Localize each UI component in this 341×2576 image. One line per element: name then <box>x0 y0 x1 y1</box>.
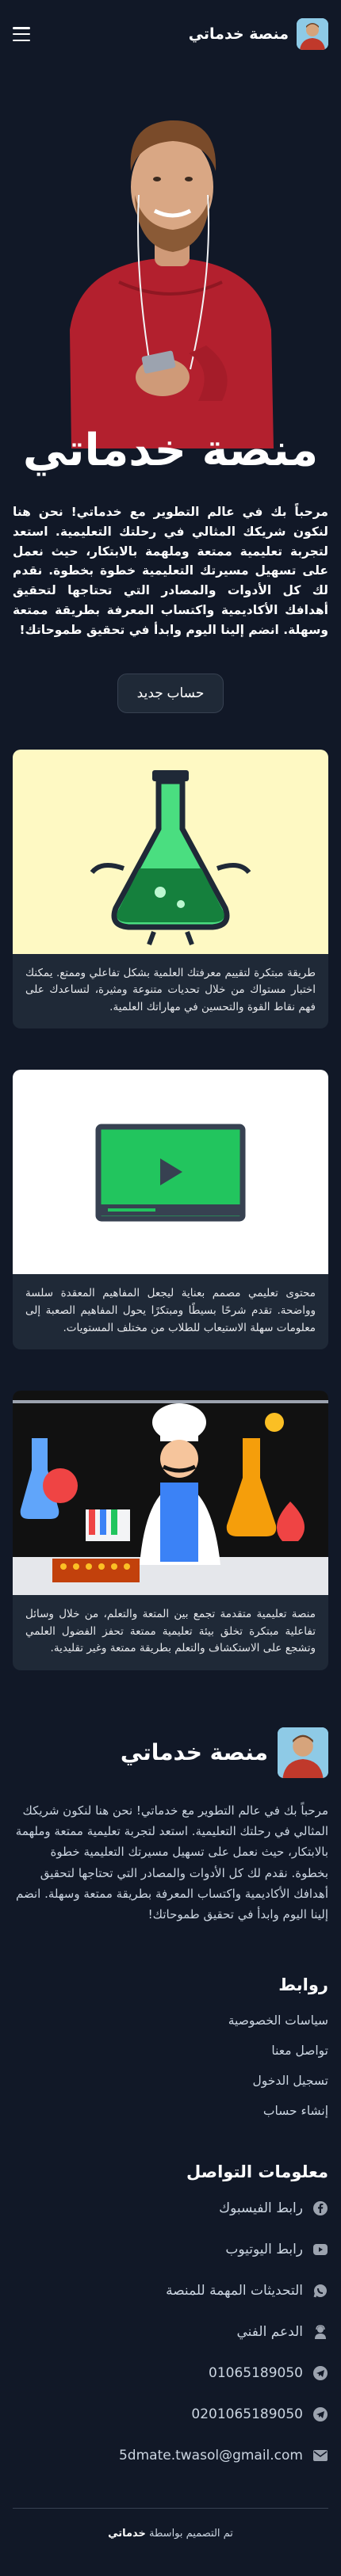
feature-card-text: محتوى تعليمي مصمم بعناية ليجعل المفاهيم … <box>25 1287 316 1334</box>
hamburger-menu-icon[interactable] <box>13 27 30 41</box>
intro-text: مرحباً بك في عالم التطوير مع خدماتي! نحن… <box>13 505 328 637</box>
footer-brand[interactable]: منصة خدماتي <box>13 1727 328 1778</box>
hero-person-image <box>0 68 341 448</box>
footer-about-text: مرحباً بك في عالم التطوير مع خدماتي! نحن… <box>15 1803 328 1922</box>
youtube-icon <box>312 2242 328 2257</box>
contact-label: رابط اليوتيوب <box>225 2242 303 2258</box>
footer: منصة خدماتي مرحباً بك في عالم التطوير مع… <box>0 1712 341 2576</box>
copyright-prefix: تم التصميم بواسطة <box>149 2528 233 2540</box>
hero-section: منصة خدماتي <box>0 68 341 480</box>
contact-label: 01065189050 <box>209 2365 303 2382</box>
facebook-icon <box>312 2200 328 2216</box>
contact-label: التحديثات المهمة للمنصة <box>166 2283 303 2299</box>
contact-phone-2[interactable]: 0201065189050 <box>13 2406 328 2422</box>
footer-logo <box>278 1727 328 1778</box>
link-contact-us[interactable]: تواصل معنا <box>13 2044 328 2058</box>
link-login[interactable]: تسجيل الدخول <box>13 2074 328 2088</box>
telegram-icon <box>312 2406 328 2422</box>
feature-card-video[interactable]: محتوى تعليمي مصمم بعناية ليجعل المفاهيم … <box>13 1070 328 1350</box>
contact-whatsapp[interactable]: التحديثات المهمة للمنصة <box>13 2283 328 2299</box>
link-privacy-policy[interactable]: سياسات الخصوصية <box>13 2013 328 2028</box>
links-heading: روابط <box>278 1975 328 1995</box>
contact-facebook[interactable]: رابط الفيسبوك <box>13 2200 328 2216</box>
cta-wrap: حساب جديد <box>0 640 341 750</box>
footer-divider <box>13 2508 328 2509</box>
telegram-icon <box>312 2365 328 2381</box>
copyright: تم التصميم بواسطة خدماتي <box>13 2528 328 2576</box>
hero-title: منصة خدماتي <box>22 425 319 476</box>
footer-links: سياسات الخصوصية تواصل معنا تسجيل الدخول … <box>13 2013 328 2118</box>
flask-illustration <box>13 749 328 954</box>
feature-card-text: طريقة مبتكرة لتقييم معرفتك العلمية بشكل … <box>25 966 316 1013</box>
copyright-brand[interactable]: خدماتي <box>108 2528 146 2540</box>
footer-brand-name: منصة خدماتي <box>120 1739 268 1766</box>
contact-heading: معلومات التواصل <box>186 2162 328 2182</box>
navbar: منصة خدماتي <box>0 0 341 68</box>
contact-label: رابط الفيسبوك <box>219 2200 303 2217</box>
contact-label: 5dmate.twasol@gmail.com <box>118 2448 303 2464</box>
brand[interactable]: منصة خدماتي <box>189 18 328 50</box>
contact-label: 0201065189050 <box>191 2406 303 2423</box>
lab-chef-illustration <box>13 1391 328 1596</box>
feature-card-quiz[interactable]: طريقة مبتكرة لتقييم معرفتك العلمية بشكل … <box>13 749 328 1029</box>
contact-label: الدعم الفني <box>236 2324 304 2341</box>
contact-phone-1[interactable]: 01065189050 <box>13 2365 328 2381</box>
whatsapp-icon <box>312 2283 328 2299</box>
video-player-illustration <box>13 1070 328 1275</box>
link-create-account[interactable]: إنشاء حساب <box>13 2104 328 2118</box>
brand-name: منصة خدماتي <box>188 25 289 43</box>
contact-support[interactable]: الدعم الفني <box>13 2324 328 2340</box>
contact-email[interactable]: 5dmate.twasol@gmail.com <box>13 2448 328 2463</box>
feature-card-text: منصة تعليمية متقدمة تجمع بين المتعة والت… <box>25 1608 316 1655</box>
contact-youtube[interactable]: رابط اليوتيوب <box>13 2242 328 2257</box>
feature-card-lab[interactable]: منصة تعليمية متقدمة تجمع بين المتعة والت… <box>13 1391 328 1670</box>
contact-list: رابط الفيسبوك رابط اليوتيوب التحديثات ال… <box>13 2200 328 2463</box>
brand-logo <box>297 18 328 50</box>
support-agent-icon <box>312 2324 328 2340</box>
new-account-button[interactable]: حساب جديد <box>117 673 224 713</box>
email-icon <box>312 2448 328 2463</box>
